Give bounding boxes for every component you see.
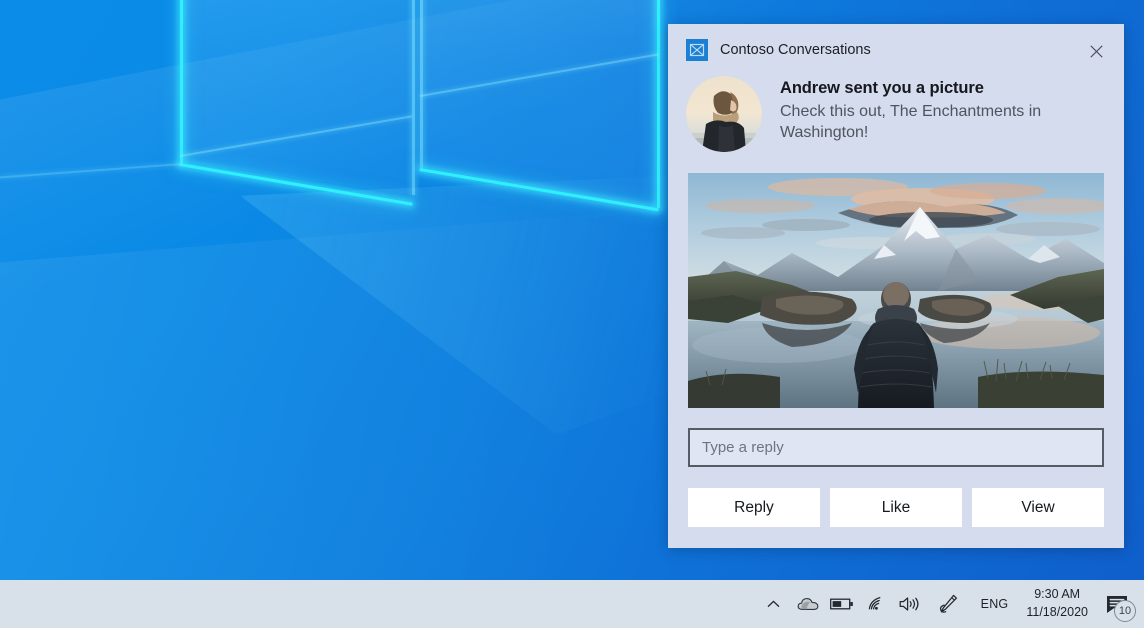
- wifi-icon[interactable]: [859, 580, 893, 628]
- system-tray: ENG 9:30 AM 11/18/2020 10: [757, 580, 1144, 628]
- battery-icon[interactable]: [825, 580, 859, 628]
- clock-time: 9:30 AM: [1034, 586, 1080, 604]
- contoso-app-icon: [686, 39, 708, 61]
- toast-header: Contoso Conversations: [668, 24, 1124, 76]
- toast-button-row: Reply Like View: [688, 488, 1104, 527]
- close-icon[interactable]: [1076, 32, 1116, 70]
- reply-row: [688, 428, 1104, 467]
- show-hidden-icons-chevron-icon[interactable]: [757, 580, 791, 628]
- reply-button[interactable]: Reply: [688, 488, 820, 527]
- clock[interactable]: 9:30 AM 11/18/2020: [1018, 580, 1096, 628]
- windows-ink-workspace-pen-icon[interactable]: [927, 580, 971, 628]
- hero-image[interactable]: [688, 173, 1104, 408]
- message-title: Andrew sent you a picture: [780, 78, 1096, 99]
- taskbar: ENG 9:30 AM 11/18/2020 10: [0, 580, 1144, 628]
- message-body: Check this out, The Enchantments in Wash…: [780, 102, 1096, 144]
- avatar: [686, 76, 762, 152]
- toast-body: Andrew sent you a picture Check this out…: [668, 76, 1124, 152]
- action-center-badge: 10: [1114, 600, 1136, 622]
- notification-toast[interactable]: Contoso Conversations: [668, 24, 1124, 548]
- app-title: Contoso Conversations: [720, 42, 871, 58]
- windows-logo-graphic: [150, 0, 710, 250]
- reply-input[interactable]: [688, 428, 1104, 467]
- clock-date: 11/18/2020: [1026, 604, 1088, 622]
- like-button[interactable]: Like: [830, 488, 962, 527]
- screen: Contoso Conversations: [0, 0, 1144, 628]
- onedrive-cloud-icon[interactable]: [791, 580, 825, 628]
- view-button[interactable]: View: [972, 488, 1104, 527]
- language-indicator[interactable]: ENG: [971, 580, 1019, 628]
- action-center-button[interactable]: 10: [1096, 580, 1138, 628]
- message-block: Andrew sent you a picture Check this out…: [780, 76, 1096, 152]
- volume-icon[interactable]: [893, 580, 927, 628]
